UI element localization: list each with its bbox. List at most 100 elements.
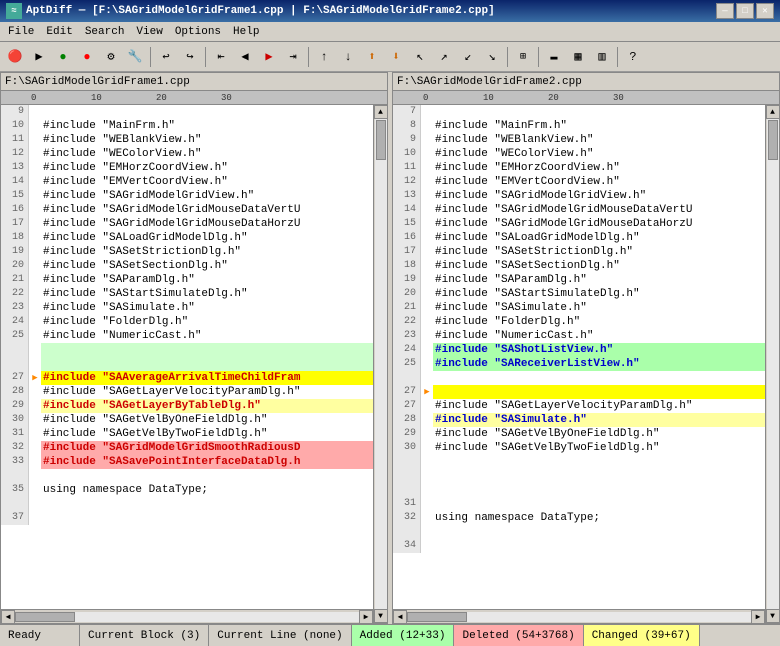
toolbar-btn-6[interactable]: 🔧 — [124, 46, 146, 68]
table-row — [393, 525, 765, 539]
right-scroll-right[interactable]: ▶ — [751, 610, 765, 624]
menu-view[interactable]: View — [130, 24, 168, 40]
maximize-button[interactable]: □ — [736, 3, 754, 19]
line-number: 18 — [1, 231, 29, 245]
left-scroll-track-v[interactable] — [375, 119, 387, 609]
left-scroll-thumb-v[interactable] — [376, 120, 386, 160]
line-code: #include "SASetSectionDlg.h" — [41, 259, 373, 273]
left-scroll-thumb[interactable] — [15, 612, 75, 622]
menu-search[interactable]: Search — [79, 24, 131, 40]
line-code — [41, 511, 373, 525]
menu-file[interactable]: File — [2, 24, 40, 40]
toolbar-btn-help[interactable]: ? — [622, 46, 644, 68]
line-code — [41, 469, 373, 483]
toolbar-btn-view2[interactable]: ▦ — [567, 46, 589, 68]
line-marker — [29, 343, 41, 357]
menu-help[interactable]: Help — [227, 24, 265, 40]
left-code-content[interactable]: 910#include "MainFrm.h"11#include "WEBla… — [1, 105, 373, 623]
right-code-content[interactable]: 78#include "MainFrm.h"9#include "WEBlank… — [393, 105, 765, 623]
line-code: #include "SASimulate.h" — [41, 301, 373, 315]
right-hscrollbar[interactable]: ◀ ▶ — [393, 609, 765, 623]
line-marker — [29, 399, 41, 413]
toolbar-btn-next[interactable]: ▶ — [258, 46, 280, 68]
left-scroll-down[interactable]: ▼ — [374, 609, 388, 623]
toolbar-btn-down2[interactable]: ⬇ — [385, 46, 407, 68]
table-row: 22#include "FolderDlg.h" — [393, 315, 765, 329]
left-vscrollbar[interactable]: ▲ ▼ — [373, 105, 387, 623]
toolbar-btn-first[interactable]: ⇤ — [210, 46, 232, 68]
line-number: 23 — [393, 329, 421, 343]
left-scroll-track[interactable] — [15, 612, 359, 622]
toolbar-btn-sync[interactable]: ⊞ — [512, 46, 534, 68]
right-scroll-down[interactable]: ▼ — [766, 609, 780, 623]
right-scroll-up[interactable]: ▲ — [766, 105, 780, 119]
toolbar-btn-2[interactable]: ▶ — [28, 46, 50, 68]
toolbar-btn-last[interactable]: ⇥ — [282, 46, 304, 68]
toolbar-btn-view3[interactable]: ▥ — [591, 46, 613, 68]
toolbar-btn-4[interactable]: ● — [76, 46, 98, 68]
table-row: 11#include "EMHorzCoordView.h" — [393, 161, 765, 175]
table-row: 31#include "SAGetVelByTwoFieldDlg.h" — [1, 427, 373, 441]
line-code: #include "SAGridModelGridMouseDataVertU — [41, 203, 373, 217]
right-code-area[interactable]: 78#include "MainFrm.h"9#include "WEBlank… — [393, 105, 765, 609]
ruler-mark-30r: 30 — [613, 93, 624, 103]
line-marker — [421, 301, 433, 315]
line-code: #include "MainFrm.h" — [41, 119, 373, 133]
right-scroll-track-v[interactable] — [767, 119, 779, 609]
line-marker — [421, 441, 433, 455]
line-marker — [421, 217, 433, 231]
toolbar-btn-down[interactable]: ↓ — [337, 46, 359, 68]
toolbar-btn-redo[interactable]: ↪ — [179, 46, 201, 68]
line-number — [1, 343, 29, 357]
right-vscrollbar[interactable]: ▲ ▼ — [765, 105, 779, 623]
toolbar-btn-prev[interactable]: ◀ — [234, 46, 256, 68]
table-row: 10#include "MainFrm.h" — [1, 119, 373, 133]
right-scroll-thumb-v[interactable] — [768, 120, 778, 160]
toolbar-btn-up[interactable]: ↑ — [313, 46, 335, 68]
toolbar-btn-1[interactable]: 🔴 — [4, 46, 26, 68]
line-code: #include "SASavePointInterfaceDataDlg.h — [41, 455, 373, 469]
left-scroll-left[interactable]: ◀ — [1, 610, 15, 624]
window-controls: — □ ✕ — [716, 3, 774, 19]
table-row: 19#include "SAParamDlg.h" — [393, 273, 765, 287]
line-marker — [421, 245, 433, 259]
line-code: #include "WEColorView.h" — [433, 147, 765, 161]
toolbar-btn-ul[interactable]: ↖ — [409, 46, 431, 68]
left-file-path: F:\SAGridModelGridFrame1.cpp — [5, 76, 190, 88]
line-code: #include "EMHorzCoordView.h" — [433, 161, 765, 175]
line-marker — [29, 301, 41, 315]
table-row: 9#include "WEBlankView.h" — [393, 133, 765, 147]
close-button[interactable]: ✕ — [756, 3, 774, 19]
left-code-area[interactable]: 910#include "MainFrm.h"11#include "WEBla… — [1, 105, 373, 609]
right-scroll-track[interactable] — [407, 612, 751, 622]
toolbar-btn-dr[interactable]: ↘ — [481, 46, 503, 68]
line-code: #include "SASetStrictionDlg.h" — [41, 245, 373, 259]
right-scroll-thumb[interactable] — [407, 612, 467, 622]
line-code — [433, 483, 765, 497]
left-hscrollbar[interactable]: ◀ ▶ — [1, 609, 373, 623]
menu-edit[interactable]: Edit — [40, 24, 78, 40]
line-marker — [29, 133, 41, 147]
table-row: 27▶#include "SAAverageArrivalTimeChildFr… — [1, 371, 373, 385]
line-code — [41, 357, 373, 371]
status-added: Added (12+33) — [352, 625, 455, 646]
toolbar-btn-ur[interactable]: ↗ — [433, 46, 455, 68]
toolbar-btn-view1[interactable]: ▬ — [543, 46, 565, 68]
line-marker — [29, 287, 41, 301]
line-code: #include "SAParamDlg.h" — [433, 273, 765, 287]
line-marker — [421, 399, 433, 413]
toolbar-btn-up2[interactable]: ⬆ — [361, 46, 383, 68]
table-row: 13#include "EMHorzCoordView.h" — [1, 161, 373, 175]
left-scroll-right[interactable]: ▶ — [359, 610, 373, 624]
line-marker — [29, 231, 41, 245]
toolbar-btn-5[interactable]: ⚙ — [100, 46, 122, 68]
toolbar-btn-undo[interactable]: ↩ — [155, 46, 177, 68]
minimize-button[interactable]: — — [716, 3, 734, 19]
line-number: 25 — [393, 357, 421, 371]
right-scroll-left[interactable]: ◀ — [393, 610, 407, 624]
menu-options[interactable]: Options — [169, 24, 227, 40]
toolbar-btn-dl[interactable]: ↙ — [457, 46, 479, 68]
line-number: 15 — [393, 217, 421, 231]
left-scroll-up[interactable]: ▲ — [374, 105, 388, 119]
toolbar-btn-3[interactable]: ● — [52, 46, 74, 68]
